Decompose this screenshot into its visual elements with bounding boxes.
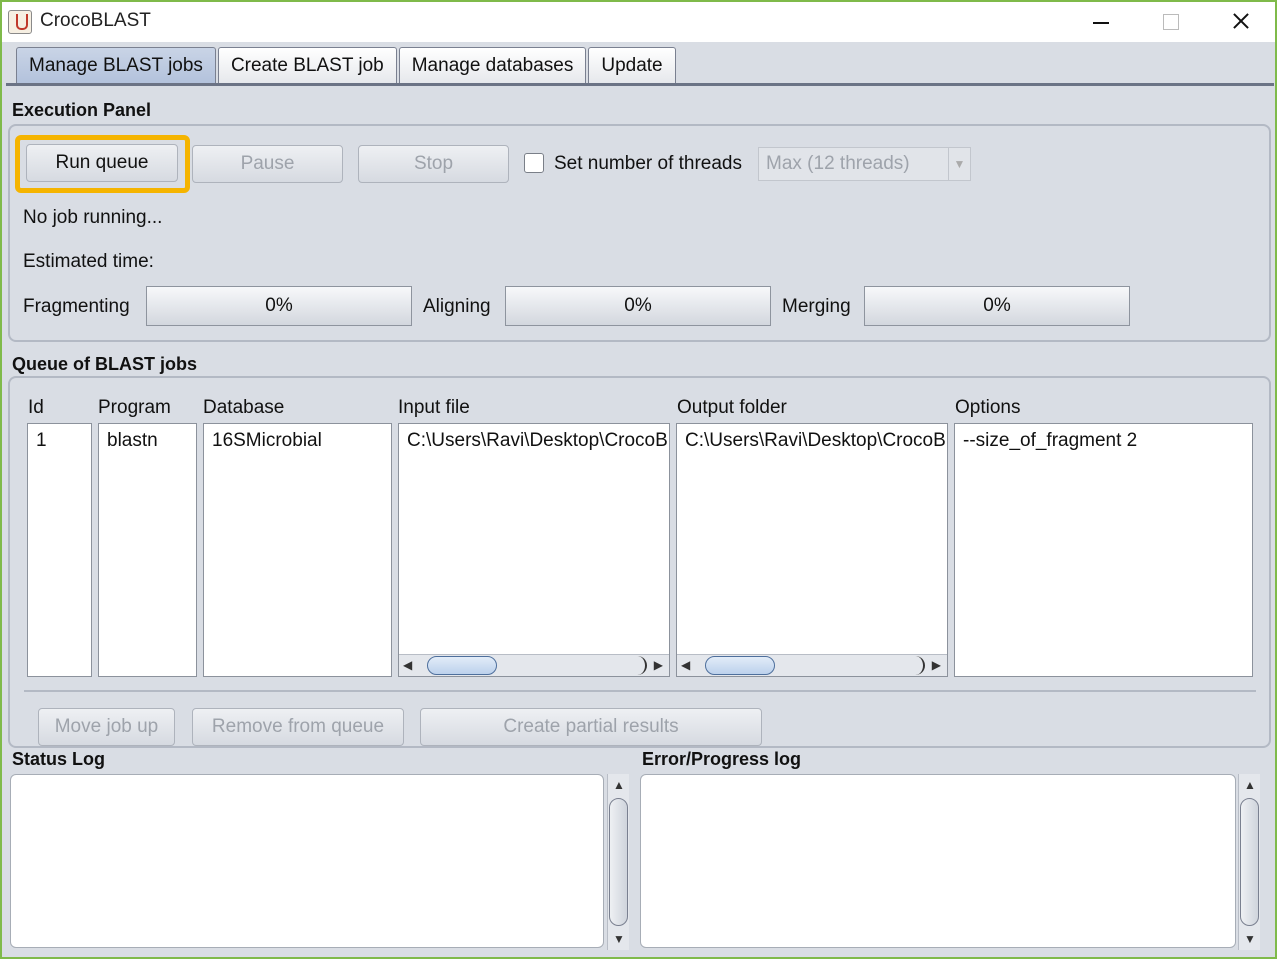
error-log-textarea[interactable] [640, 774, 1236, 948]
tab-update[interactable]: Update [588, 47, 676, 83]
scroll-left-icon[interactable]: ◀ [403, 658, 412, 672]
title-bar: CrocoBLAST [2, 2, 1275, 42]
queue-divider [24, 690, 1256, 692]
scroll-thumb[interactable] [1240, 798, 1259, 926]
scroll-right-icon[interactable]: ▶ [654, 658, 663, 672]
tab-create-blast-job[interactable]: Create BLAST job [217, 47, 397, 83]
move-job-up-button[interactable]: Move job up [38, 708, 175, 746]
window-title: CrocoBLAST [40, 10, 151, 31]
scroll-thumb[interactable] [427, 656, 497, 675]
java-app-icon [8, 10, 32, 34]
scroll-thumb[interactable] [609, 798, 628, 926]
list-item: C:\Users\Ravi\Desktop\CrocoBLAST [407, 430, 669, 451]
merging-label: Merging [782, 296, 851, 317]
output-folder-list[interactable]: C:\Users\Ravi\Desktop\CrocoBLAST ◀ ▶ [676, 423, 948, 677]
column-header-options: Options [955, 397, 1021, 418]
aligning-progress: 0% [505, 286, 771, 326]
input-file-list[interactable]: C:\Users\Ravi\Desktop\CrocoBLAST ◀ ▶ [398, 423, 670, 677]
scroll-right-icon[interactable]: ▶ [932, 658, 941, 672]
options-list[interactable]: --size_of_fragment 2 [954, 423, 1253, 677]
status-log-title: Status Log [12, 749, 105, 769]
column-header-output-folder: Output folder [677, 397, 787, 418]
status-log-textarea[interactable] [10, 774, 604, 948]
fragmenting-label: Fragmenting [23, 296, 130, 317]
status-log-vscrollbar[interactable]: ▲ ▼ [607, 774, 629, 950]
scroll-down-icon[interactable]: ▼ [613, 932, 625, 946]
maximize-icon [1147, 6, 1193, 38]
id-list[interactable]: 1 [27, 423, 92, 677]
pause-button[interactable]: Pause [192, 145, 343, 183]
create-partial-results-button[interactable]: Create partial results [420, 708, 762, 746]
scroll-down-icon[interactable]: ▼ [1244, 932, 1256, 946]
threads-label: Set number of threads [554, 153, 742, 174]
tab-manage-databases[interactable]: Manage databases [398, 47, 587, 83]
threads-select-value: Max (12 threads) [766, 153, 910, 174]
scroll-up-icon[interactable]: ▲ [613, 778, 625, 792]
scroll-up-icon[interactable]: ▲ [1244, 778, 1256, 792]
run-queue-button[interactable]: Run queue [26, 144, 178, 182]
list-item: 1 [36, 430, 47, 451]
queue-panel-title: Queue of BLAST jobs [12, 354, 198, 374]
scroll-left-icon[interactable]: ◀ [681, 658, 690, 672]
execution-panel-title: Execution Panel [12, 100, 152, 120]
tab-manage-blast-jobs[interactable]: Manage BLAST jobs [16, 47, 216, 83]
chevron-down-icon: ▼ [948, 148, 970, 180]
merging-progress: 0% [864, 286, 1130, 326]
tab-bar: Manage BLAST jobs Create BLAST job Manag… [16, 47, 678, 83]
column-header-program: Program [98, 397, 171, 418]
program-list[interactable]: blastn [98, 423, 197, 677]
estimated-time-label: Estimated time: [23, 251, 154, 272]
aligning-label: Aligning [423, 296, 491, 317]
minimize-icon[interactable] [1077, 6, 1123, 38]
scroll-track-end [915, 656, 925, 675]
stop-button[interactable]: Stop [358, 145, 509, 183]
threads-select[interactable]: Max (12 threads) ▼ [758, 147, 971, 181]
database-list[interactable]: 16SMicrobial [203, 423, 392, 677]
error-log-title: Error/Progress log [642, 749, 802, 769]
column-header-database: Database [203, 397, 285, 418]
job-status-text: No job running... [23, 207, 163, 228]
threads-checkbox[interactable] [524, 153, 544, 173]
app-window: CrocoBLAST Manage BLAST jobs Create BLAS… [0, 0, 1277, 959]
list-item: blastn [107, 430, 158, 451]
list-item: --size_of_fragment 2 [963, 430, 1138, 451]
output-folder-hscrollbar[interactable]: ◀ ▶ [677, 654, 947, 676]
tab-underline [6, 83, 1274, 86]
remove-from-queue-button[interactable]: Remove from queue [192, 708, 404, 746]
scroll-thumb[interactable] [705, 656, 775, 675]
column-header-input-file: Input file [398, 397, 470, 418]
list-item: C:\Users\Ravi\Desktop\CrocoBLAST [685, 430, 947, 451]
error-log-vscrollbar[interactable]: ▲ ▼ [1238, 774, 1260, 950]
close-icon[interactable] [1217, 6, 1263, 38]
fragmenting-progress: 0% [146, 286, 412, 326]
input-file-hscrollbar[interactable]: ◀ ▶ [399, 654, 669, 676]
list-item: 16SMicrobial [212, 430, 322, 451]
column-header-id: Id [28, 397, 44, 418]
scroll-track-end [637, 656, 647, 675]
